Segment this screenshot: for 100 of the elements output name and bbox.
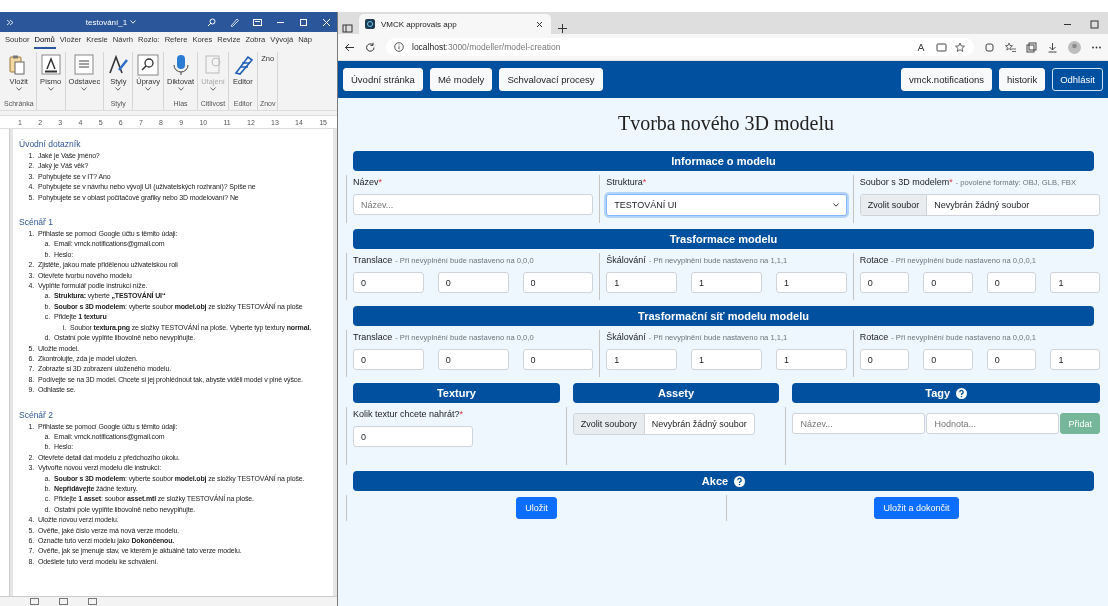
select-field[interactable]: TESTOVÁNÍ UI [606, 194, 847, 216]
text-input[interactable]: 0 [437, 349, 509, 370]
nav-button[interactable]: Schvalovací procesy [499, 68, 603, 91]
favorites-icon[interactable] [1005, 41, 1016, 53]
profile-avatar[interactable] [1068, 40, 1081, 54]
text-input[interactable]: Název... [353, 194, 594, 215]
nav-button[interactable]: Odhlásit [1052, 68, 1103, 91]
back-icon[interactable] [344, 41, 355, 53]
text-input[interactable]: 0 [986, 349, 1037, 370]
field-label: Rotace [859, 332, 889, 342]
section-header: Assety [572, 383, 780, 403]
save-button[interactable]: Uložit [516, 497, 557, 519]
text-input[interactable]: 1 [775, 272, 847, 293]
new-tab-icon[interactable] [557, 23, 568, 34]
caret-icon [210, 87, 216, 91]
text-input[interactable]: 0 [353, 272, 424, 293]
text-input[interactable]: 0 [859, 349, 910, 370]
help-icon[interactable] [956, 387, 968, 399]
info-icon[interactable] [394, 42, 404, 52]
tab-actions-icon[interactable] [342, 23, 353, 34]
caret-icon [115, 87, 122, 91]
maximize-icon[interactable] [1089, 18, 1100, 30]
page-title: Tvorba nového 3D modelu [616, 112, 836, 135]
section-header: Tagy [792, 383, 1100, 403]
caret-icon [130, 20, 137, 24]
field-label: Translace [353, 332, 393, 342]
field-label: Kolik textur chcete nahrát?* [353, 409, 464, 419]
text-input[interactable]: 0 [522, 349, 594, 370]
maximize-icon[interactable] [299, 17, 308, 27]
text-input[interactable]: 0 [522, 272, 594, 293]
ribbon-display-icon[interactable] [253, 17, 262, 27]
section-heading: Scénář 1 [19, 217, 55, 229]
collections-icon[interactable] [1026, 41, 1037, 53]
text-input[interactable]: 1 [691, 349, 762, 370]
chevrons-icon[interactable] [6, 17, 15, 27]
text-input[interactable]: Hodnota... [926, 413, 1060, 434]
field-label: Rotace [859, 255, 889, 265]
app-logo-icon [365, 19, 375, 29]
file-status: Nevybrán žádný soubor [650, 418, 748, 431]
text-input[interactable]: 0 [353, 349, 424, 370]
section-header: Trasformační síť modelu modelu [353, 306, 1094, 326]
address-bar[interactable]: localhost:3000/modeller/model-creation [386, 38, 974, 56]
field-label: Škálování [606, 332, 646, 342]
text-input[interactable]: 1 [606, 349, 678, 370]
nav-button[interactable]: vmck.notifications [901, 68, 993, 91]
add-favorite-icon[interactable] [955, 41, 966, 53]
caret-icon [47, 87, 54, 91]
nav-button[interactable]: Mé modely [429, 68, 493, 91]
caret-icon [15, 87, 22, 91]
window-title: testování_1 [85, 17, 128, 27]
paragraph-icon [73, 54, 96, 76]
text-input[interactable]: 1 [1050, 349, 1100, 370]
section-header: Informace o modelu [353, 151, 1094, 171]
file-status: Nevybrán žádný soubor [933, 199, 1031, 212]
caret-icon [832, 203, 839, 207]
choose-file-button[interactable]: Zvolit soubory [573, 414, 645, 434]
field-label: Struktura* [606, 177, 647, 187]
text-input[interactable]: 0 [923, 349, 973, 370]
caret-icon [177, 87, 184, 91]
search-icon[interactable] [207, 17, 216, 27]
section-heading: Scénář 2 [19, 409, 55, 421]
text-input[interactable]: 1 [691, 272, 762, 293]
field-label: Škálování [606, 255, 646, 265]
save-button[interactable]: Uložit a dokončit [874, 497, 959, 519]
download-icon[interactable] [1047, 41, 1058, 53]
text-input[interactable]: 1 [775, 349, 847, 370]
text-input[interactable]: 0 [437, 272, 509, 293]
caret-icon [81, 87, 88, 91]
nav-button[interactable]: Úvodní stránka [343, 68, 423, 91]
text-input[interactable]: 1 [1050, 272, 1100, 293]
field-label: Translace [353, 255, 393, 265]
browser-tab[interactable]: VMCK approvals app [359, 14, 551, 34]
sensitivity-icon [202, 54, 224, 76]
status-icon[interactable] [30, 598, 39, 605]
text-input[interactable]: 0 [923, 272, 973, 293]
section-header: Trasformace modelu [353, 229, 1094, 249]
caret-icon [145, 87, 152, 91]
section-header: Textury [353, 383, 560, 403]
text-input[interactable]: 0 [859, 272, 910, 293]
choose-file-button[interactable]: Zvolit soubor [860, 195, 928, 215]
section-heading: Úvodní dotazník [19, 139, 82, 150]
section-header: Akce [353, 471, 1094, 491]
text-input[interactable]: 0 [986, 272, 1037, 293]
field-label: Soubor s 3D modelem* [859, 177, 953, 187]
nav-button[interactable]: historik [999, 68, 1046, 91]
file-input[interactable]: Zvolit soubory Nevybrán žádný soubor [572, 413, 755, 435]
styles-pen-icon [107, 54, 130, 76]
status-icon[interactable] [88, 598, 97, 605]
status-icon[interactable] [59, 598, 68, 605]
font-color-icon [39, 54, 62, 76]
file-input[interactable]: Zvolit soubor Nevybrán žádný soubor [859, 194, 1100, 216]
text-input[interactable]: 1 [606, 272, 678, 293]
help-icon[interactable] [734, 475, 746, 487]
close-icon[interactable] [322, 17, 331, 27]
field-label: Název* [353, 177, 383, 187]
number-input[interactable]: 0 [353, 426, 473, 447]
search-icon [137, 54, 160, 76]
pen-icon[interactable] [230, 17, 239, 27]
reload-icon[interactable] [365, 41, 376, 53]
text-input[interactable]: Název... [792, 413, 926, 434]
